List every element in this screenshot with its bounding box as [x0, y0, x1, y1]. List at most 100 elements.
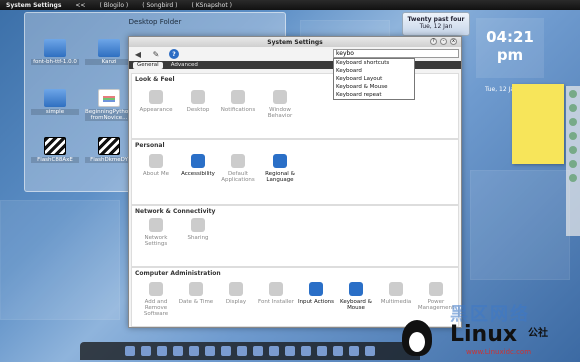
folder-icon [44, 89, 66, 107]
settings-item-default-applications[interactable]: Default Applications [218, 154, 258, 183]
about-me-icon [149, 154, 163, 168]
back-button[interactable]: ◀ [133, 49, 143, 59]
dock-launcher-icon[interactable] [141, 346, 151, 356]
settings-item-keyboard-mouse[interactable]: Keyboard & Mouse [336, 282, 376, 311]
dock-launcher-icon[interactable] [205, 346, 215, 356]
section-title: Computer Administration [135, 270, 221, 277]
settings-item-accessibility[interactable]: Accessibility [178, 154, 218, 177]
sticky-note[interactable] [512, 84, 564, 164]
dock-launcher-icon[interactable] [269, 346, 279, 356]
desktop-item[interactable]: BeginningPython-fromNovice... [85, 89, 134, 121]
window-title: System Settings [267, 38, 323, 46]
dock-launcher-icon[interactable] [221, 346, 231, 356]
window-titlebar[interactable]: System Settings ? - x [129, 37, 461, 47]
settings-item-display[interactable]: Display [216, 282, 256, 305]
suggestion-item[interactable]: Keyboard repeat [334, 91, 414, 99]
dock-launcher-icon[interactable] [285, 346, 295, 356]
settings-item-regional-language[interactable]: Regional & Language [260, 154, 300, 183]
dock-launcher-icon[interactable] [173, 346, 183, 356]
dock-launcher-icon[interactable] [157, 346, 167, 356]
settings-item-notifications[interactable]: Notifications [218, 90, 258, 113]
search-input[interactable] [333, 49, 459, 58]
dock-launcher-icon[interactable] [317, 346, 327, 356]
settings-item-window-behavior[interactable]: Window Behavior [260, 90, 300, 119]
panel-launcher-icon[interactable] [569, 146, 577, 154]
panel-launcher-icon[interactable] [569, 118, 577, 126]
settings-item-label: Input Actions [297, 299, 335, 305]
folder-icon [98, 39, 120, 57]
dock-launcher-icon[interactable] [349, 346, 359, 356]
window-behavior-icon [273, 90, 287, 104]
wrench-icon: ✎ [152, 49, 160, 59]
input-actions-icon [309, 282, 323, 296]
network-settings-icon [149, 218, 163, 232]
panel-launcher-icon[interactable] [569, 174, 577, 182]
configure-button[interactable]: ✎ [151, 49, 161, 59]
dock-launcher-icon[interactable] [333, 346, 343, 356]
suggestion-item[interactable]: Keyboard shortcuts [334, 59, 414, 67]
document-icon [98, 89, 120, 107]
top-panel: System Settings << ( Blogilo ) ( Songbir… [0, 0, 580, 10]
task-songbird[interactable]: ( Songbird ) [142, 2, 177, 9]
panel-launcher-icon[interactable] [569, 160, 577, 168]
suggestion-item[interactable]: Keyboard [334, 67, 414, 75]
watermark-url: www.Linuxidc.com [466, 348, 532, 356]
dock-launcher-icon[interactable] [189, 346, 199, 356]
settings-item-date-time[interactable]: Date & Time [176, 282, 216, 305]
minimize-button[interactable]: - [440, 38, 447, 45]
dock-launcher-icon[interactable] [237, 346, 247, 356]
close-button[interactable]: x [450, 38, 457, 45]
desktop-item[interactable]: FlashDkmeDY [85, 137, 133, 163]
dock-launcher-icon[interactable] [125, 346, 135, 356]
settings-item-label: Regional & Language [265, 171, 295, 183]
settings-item-network-settings[interactable]: Network Settings [136, 218, 176, 247]
suggestion-item[interactable]: Keyboard Layout [334, 75, 414, 83]
desktop-folder-title: Desktop Folder [128, 18, 182, 26]
settings-item-desktop[interactable]: Desktop [178, 90, 218, 113]
wallpaper-tile [0, 200, 120, 320]
help-icon: ? [172, 50, 176, 58]
suggestion-item[interactable]: Keyboard & Mouse [334, 83, 414, 91]
task-blogilo[interactable]: ( Blogilo ) [99, 2, 128, 9]
help-toolbar-button[interactable]: ? [169, 49, 179, 59]
settings-item-input-actions[interactable]: Input Actions [296, 282, 336, 305]
accessibility-icon [191, 154, 205, 168]
desktop-item[interactable]: Kanzi [85, 39, 133, 65]
panel-launcher-icon[interactable] [569, 90, 577, 98]
desktop-item[interactable]: FlashC88AxE [31, 137, 79, 163]
appearance-icon [149, 90, 163, 104]
dock-launcher-icon[interactable] [253, 346, 263, 356]
menu-marker[interactable]: << [75, 2, 85, 9]
desktop-item-label: FlashDkmeDY [85, 157, 133, 163]
desktop-item[interactable]: font-bh-ttf-1.0.0 [31, 39, 79, 65]
default-applications-icon [231, 154, 245, 168]
panel-launcher-icon[interactable] [569, 132, 577, 140]
dock-launcher-icon[interactable] [365, 346, 375, 356]
watermark-suffix: 公社 [528, 328, 548, 339]
digital-clock-time: 04:21 pm [486, 28, 534, 64]
watermark-brand: Linux [450, 322, 518, 347]
settings-item-label: Add and Remove Software [143, 299, 169, 317]
notifications-icon [231, 90, 245, 104]
desktop-item-label: simple [31, 109, 79, 115]
desktop-item-label: FlashC88AxE [31, 157, 79, 163]
settings-item-about-me[interactable]: About Me [136, 154, 176, 177]
tab-advanced[interactable]: Advanced [167, 62, 202, 69]
fuzzy-clock-date: Tue, 12 Jan [419, 23, 453, 30]
active-app-title[interactable]: System Settings [6, 2, 61, 9]
tab-general[interactable]: General [133, 61, 163, 69]
desktop-item[interactable]: simple [31, 89, 79, 115]
panel-launcher-icon[interactable] [569, 104, 577, 112]
settings-item-add-remove-software[interactable]: Add and Remove Software [136, 282, 176, 317]
settings-item-appearance[interactable]: Appearance [136, 90, 176, 113]
back-arrow-icon: ◀ [134, 49, 142, 59]
task-ksnapshot[interactable]: ( KSnapshot ) [191, 2, 231, 9]
date-time-icon [189, 282, 203, 296]
dock-launcher-icon[interactable] [301, 346, 311, 356]
settings-item-font-installer[interactable]: Font Installer [256, 282, 296, 305]
help-button[interactable]: ? [430, 38, 437, 45]
settings-item-sharing[interactable]: Sharing [178, 218, 218, 241]
section-title: Personal [135, 142, 165, 149]
font-installer-icon [269, 282, 283, 296]
settings-item-label: Window Behavior [267, 107, 293, 119]
